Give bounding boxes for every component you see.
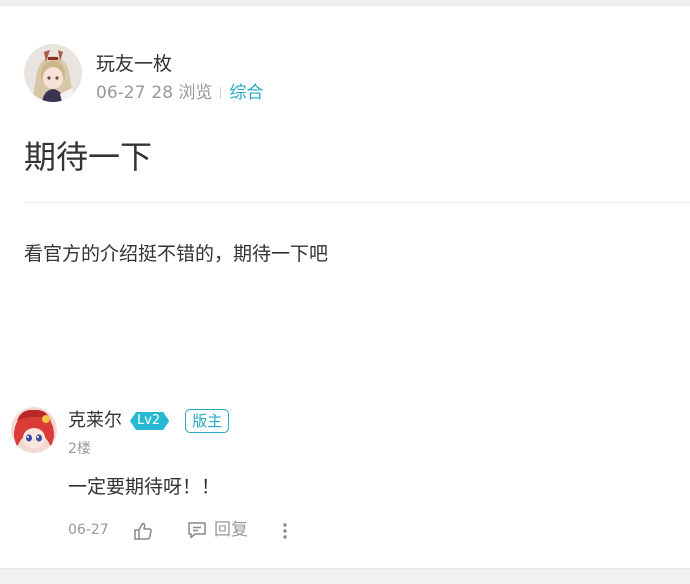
comment-bubble-icon: [186, 519, 208, 541]
reply-username[interactable]: 克莱尔: [68, 409, 122, 433]
top-divider-bar: [0, 0, 690, 6]
title-divider: [24, 202, 690, 203]
meta-separator: [220, 87, 222, 99]
moderator-badge: 版主: [185, 409, 230, 433]
reply-actions: 06-27 回复: [68, 518, 308, 542]
like-thumbs-up-icon[interactable]: [132, 520, 154, 542]
author-avatar[interactable]: [24, 44, 82, 102]
bottom-divider-bar: [0, 568, 690, 584]
red-hair-girl-avatar-icon: [11, 407, 57, 453]
reply-floor-number: 2楼: [68, 441, 91, 457]
reply-button-label: 回复: [214, 520, 248, 540]
more-options-icon[interactable]: [278, 520, 292, 542]
reply-user-row: 克莱尔 Lv2 版主: [68, 408, 230, 434]
reply-avatar[interactable]: [11, 407, 57, 453]
reply-text: 一定要期待呀！！: [68, 476, 221, 498]
post-category-link[interactable]: 综合: [229, 82, 263, 104]
post-date: 06-27: [96, 83, 146, 103]
post-view-count: 28 浏览: [151, 83, 213, 103]
anime-girl-avatar-icon: [24, 44, 82, 102]
reply-button[interactable]: 回复: [186, 518, 248, 542]
level-badge: Lv2: [130, 412, 169, 430]
post-body: 看官方的介绍挺不错的，期待一下吧: [24, 243, 329, 265]
post-meta: 06-27 28 浏览 综合: [96, 82, 263, 104]
post-title: 期待一下: [24, 138, 153, 176]
reply-date: 06-27: [68, 522, 109, 538]
author-name[interactable]: 玩友一枚: [96, 52, 172, 76]
